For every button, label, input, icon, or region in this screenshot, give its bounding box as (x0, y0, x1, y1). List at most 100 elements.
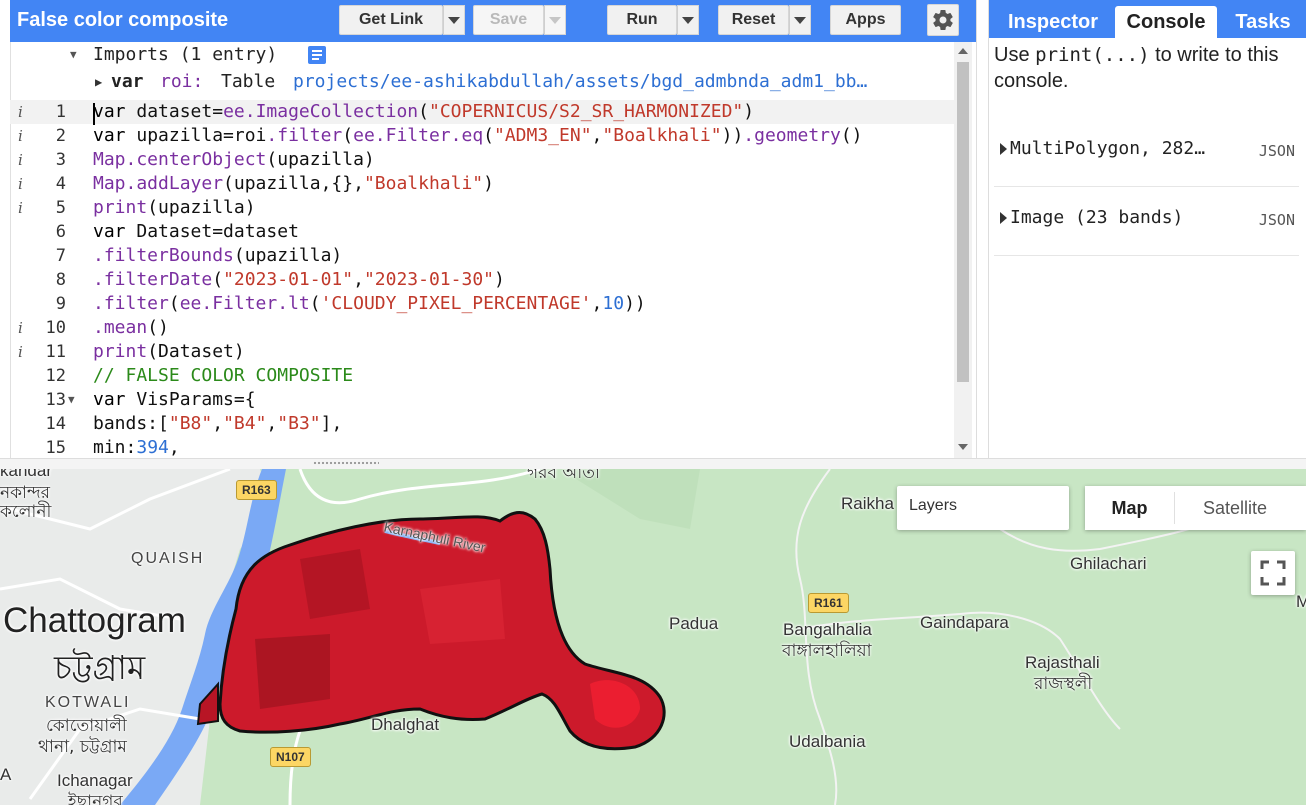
layer-texture (255, 634, 330, 709)
code-text: var VisParams={ (93, 389, 256, 410)
fullscreen-icon (1260, 560, 1286, 586)
run-button[interactable]: Run (607, 5, 677, 35)
line-number: 14 (45, 414, 66, 434)
code-area[interactable]: ▼ Imports (1 entry) ▶ var roi: Table pro… (10, 42, 954, 458)
place-label: থানা, চট্টগ্রাম (38, 737, 127, 757)
tab-console[interactable]: Console (1115, 6, 1217, 38)
run-label: Run (626, 11, 658, 28)
save-dropdown[interactable] (544, 5, 566, 35)
place-label: Gaindapara (920, 613, 1009, 632)
info-icon[interactable]: i (18, 100, 32, 124)
line-number: 13 (45, 390, 66, 410)
info-icon[interactable]: i (18, 124, 32, 148)
expand-arrow-icon[interactable] (1000, 143, 1007, 155)
map-type-satellite-button[interactable]: Satellite (1175, 486, 1295, 530)
code-line[interactable]: 13 ▼ var VisParams={ (10, 388, 954, 412)
info-icon[interactable]: i (18, 172, 32, 196)
code-line[interactable]: 14 bands:["B8","B4","B3"], (10, 412, 954, 436)
expand-arrow-icon[interactable] (1000, 212, 1007, 224)
tab-tasks[interactable]: Tasks (1225, 6, 1301, 38)
import-var-keyword: var (111, 71, 144, 92)
layers-control[interactable]: Layers (897, 486, 1069, 530)
console-item-image[interactable]: Image (23 bands) JSON (994, 187, 1299, 256)
place-label: Raikha (841, 494, 894, 513)
fullscreen-button[interactable] (1251, 551, 1295, 595)
run-dropdown[interactable] (677, 5, 699, 35)
reset-button[interactable]: Reset (718, 5, 789, 35)
code-line[interactable]: 7 .filterBounds(upazilla) (10, 244, 954, 268)
editor-toolbar: False color composite Get Link Save Run … (10, 0, 976, 42)
tab-inspector[interactable]: Inspector (995, 6, 1111, 38)
code-line[interactable]: i 4 Map.addLayer(upazilla,{},"Boalkhali") (10, 172, 954, 196)
import-name[interactable]: roi: (160, 69, 203, 95)
line-number: 3 (55, 150, 66, 170)
editor-scrollbar[interactable] (954, 42, 972, 458)
console-item-label: Image (23 bands) (1010, 207, 1184, 228)
line-number: 5 (55, 198, 66, 218)
line-number: 1 (55, 102, 66, 122)
code-line[interactable]: 8 .filterDate("2023-01-01","2023-01-30") (10, 268, 954, 292)
code-line[interactable]: 12 // FALSE COLOR COMPOSITE (10, 364, 954, 388)
code-line[interactable]: 9 .filter(ee.Filter.lt('CLOUDY_PIXEL_PERC… (10, 292, 954, 316)
console-hint-pre: Use (994, 44, 1036, 66)
place-label: রাজস্থলী (1034, 674, 1093, 694)
code-text: var upazilla=roi.filter(ee.Filter.eq("AD… (93, 125, 863, 146)
line-number: 4 (55, 174, 66, 194)
place-label: Padua (669, 614, 719, 633)
road-shield: N107 (270, 747, 311, 767)
code-text: bands:["B8","B4","B3"], (93, 413, 343, 434)
reset-label: Reset (731, 11, 776, 28)
code-line[interactable]: i 11 print(Dataset) (10, 340, 954, 364)
save-button[interactable]: Save (473, 5, 544, 35)
show-script-icon[interactable] (307, 45, 327, 65)
map-view[interactable]: kandar নকান্দর কলোনী QUAISH Chattogram চ… (0, 469, 1306, 805)
code-line[interactable]: i 2 var upazilla=roi.filter(ee.Filter.eq("… (10, 124, 954, 148)
chevron-down-icon (549, 16, 561, 24)
info-icon[interactable]: i (18, 340, 32, 364)
tab-tasks-label: Tasks (1235, 10, 1291, 33)
line-number: 8 (55, 270, 66, 290)
reset-dropdown[interactable] (789, 5, 811, 35)
place-label: QUAISH (131, 550, 205, 567)
drag-handle-icon[interactable] (313, 461, 379, 465)
code-text: Map.centerObject(upazilla) (93, 149, 375, 170)
fold-arrow-icon[interactable]: ▼ (70, 42, 77, 68)
code-text: var Dataset=dataset (93, 221, 299, 242)
settings-button[interactable] (927, 4, 959, 36)
road-shield: R161 (808, 593, 849, 613)
code-line[interactable]: i 3 Map.centerObject(upazilla) (10, 148, 954, 172)
chevron-down-icon (794, 16, 806, 24)
layers-label: Layers (909, 497, 958, 514)
place-label: কলোনী (0, 502, 52, 522)
code-text: print(Dataset) (93, 341, 245, 362)
tab-inspector-label: Inspector (1007, 10, 1099, 33)
info-icon[interactable]: i (18, 148, 32, 172)
text-cursor (93, 103, 95, 125)
info-icon[interactable]: i (18, 316, 32, 340)
code-line[interactable]: i 5 print(upazilla) (10, 196, 954, 220)
scroll-up-arrow-icon[interactable] (958, 48, 968, 54)
place-label: ইছানগর (68, 792, 123, 805)
fold-arrow-icon[interactable]: ▼ (68, 388, 75, 412)
code-line[interactable]: 6 var Dataset=dataset (10, 220, 954, 244)
code-text: .filterDate("2023-01-01","2023-01-30") (93, 269, 505, 290)
code-line[interactable]: i 1 var dataset=ee.ImageCollection("COPERN… (10, 100, 954, 124)
info-icon[interactable]: i (18, 196, 32, 220)
get-link-dropdown[interactable] (443, 5, 465, 35)
scroll-down-arrow-icon[interactable] (958, 444, 968, 450)
code-line[interactable]: 15 min:394, (10, 436, 954, 458)
road (298, 469, 541, 505)
code-line[interactable]: i 10 .mean() (10, 316, 954, 340)
script-title[interactable]: False color composite (17, 9, 228, 32)
import-path[interactable]: projects/ee-ashikabdullah/assets/bgd_adm… (293, 69, 867, 95)
scrollbar-thumb[interactable] (957, 62, 969, 382)
console-item-multipolygon[interactable]: MultiPolygon, 282… JSON (994, 118, 1299, 187)
import-type: Table (221, 71, 276, 92)
json-button[interactable]: JSON (1259, 142, 1295, 160)
expand-arrow-icon[interactable]: ▶ (95, 69, 102, 95)
map-type-map-button[interactable]: Map (1085, 486, 1174, 530)
apps-button[interactable]: Apps (830, 5, 901, 35)
get-link-button[interactable]: Get Link (339, 5, 443, 35)
map-type-control: Map Satellite (1085, 486, 1306, 530)
json-button[interactable]: JSON (1259, 211, 1295, 229)
